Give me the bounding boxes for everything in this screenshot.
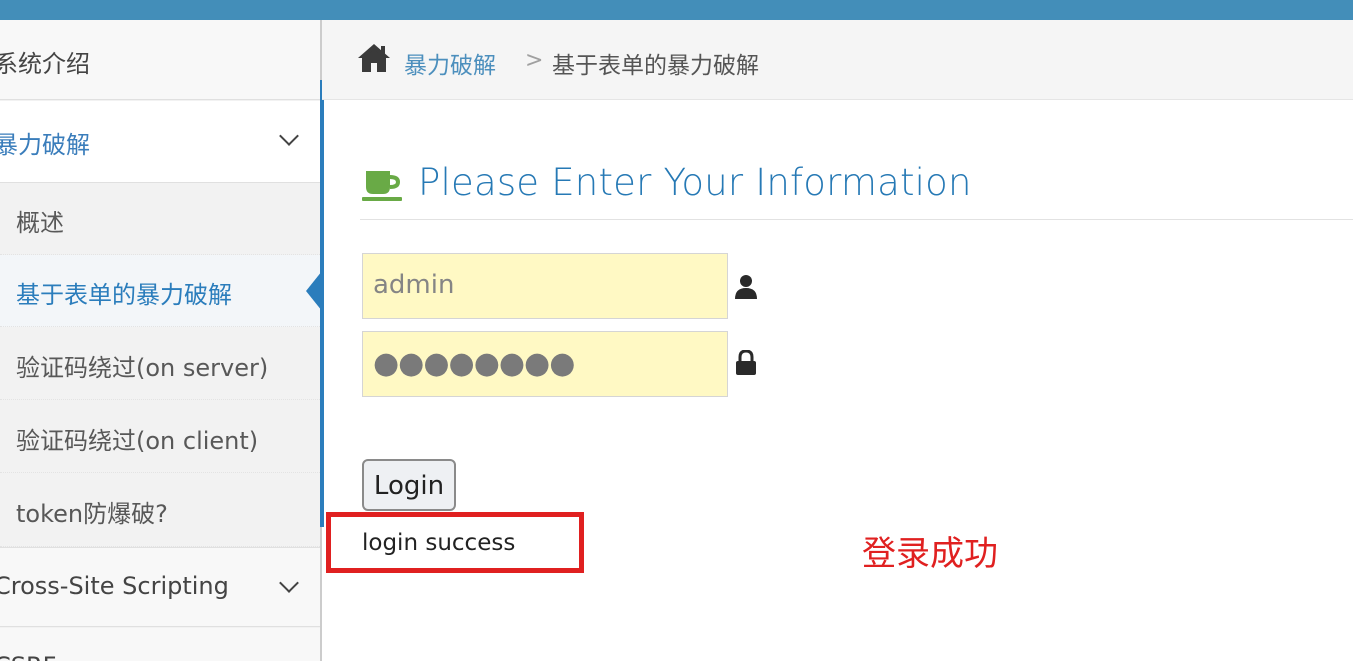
password-input[interactable]: ●●●●●●●● bbox=[362, 331, 728, 397]
chevron-down-icon bbox=[279, 573, 299, 593]
breadcrumb-current: 基于表单的暴力破解 bbox=[552, 53, 759, 79]
page-header: Please Enter Your Information bbox=[360, 155, 1353, 220]
sidebar-open-indicator bbox=[320, 80, 324, 527]
sidebar-item-captcha-client[interactable]: 验证码绕过(on client) bbox=[0, 401, 320, 473]
sidebar-item-intro[interactable]: 系统介绍 bbox=[0, 20, 320, 100]
sidebar-item-label: 验证码绕过(on server) bbox=[16, 354, 269, 382]
top-bar bbox=[0, 0, 1353, 20]
password-value: ●●●●●●●● bbox=[373, 346, 575, 381]
username-value: admin bbox=[373, 270, 455, 300]
annotation-login-success: 登录成功 bbox=[862, 534, 998, 574]
breadcrumb-link[interactable]: 暴力破解 bbox=[404, 46, 496, 80]
user-icon bbox=[735, 275, 757, 299]
sidebar-item-label: token防爆破? bbox=[16, 500, 168, 528]
chevron-down-icon bbox=[279, 126, 299, 146]
breadcrumb-separator: > bbox=[525, 48, 544, 73]
sidebar-item-captcha-server[interactable]: 验证码绕过(on server) bbox=[0, 328, 320, 400]
sidebar-item-label: CSRF bbox=[0, 652, 56, 661]
page-title: Please Enter Your Information bbox=[418, 161, 972, 204]
sidebar-item-brute-force[interactable]: 暴力破解 bbox=[0, 101, 320, 183]
sidebar-item-csrf[interactable]: CSRF bbox=[0, 628, 320, 661]
username-input[interactable]: admin bbox=[362, 253, 728, 319]
sidebar-item-label: 验证码绕过(on client) bbox=[16, 427, 259, 455]
breadcrumb: 暴力破解 > 基于表单的暴力破解 bbox=[322, 20, 1353, 100]
sidebar-item-form-brute-force[interactable]: 基于表单的暴力破解 bbox=[0, 255, 320, 327]
home-icon[interactable] bbox=[356, 40, 392, 76]
login-result-message: login success bbox=[362, 530, 516, 556]
sidebar-item-token[interactable]: token防爆破? bbox=[0, 474, 320, 547]
coffee-cup-icon bbox=[362, 171, 402, 201]
sidebar-item-label: 基于表单的暴力破解 bbox=[16, 281, 232, 309]
sidebar-item-xss[interactable]: Cross-Site Scripting bbox=[0, 547, 320, 627]
sidebar-item-overview[interactable]: 概述 bbox=[0, 183, 320, 255]
lock-icon bbox=[736, 350, 756, 375]
sidebar-item-label: 暴力破解 bbox=[0, 131, 90, 159]
sidebar-item-label: 系统介绍 bbox=[0, 50, 90, 78]
sidebar: 系统介绍 暴力破解 概述 基于表单的暴力破解 验证码绕过(on server) … bbox=[0, 20, 322, 661]
sidebar-item-label: 概述 bbox=[16, 209, 64, 237]
sidebar-item-label: Cross-Site Scripting bbox=[0, 572, 229, 600]
login-button[interactable]: Login bbox=[362, 459, 456, 511]
